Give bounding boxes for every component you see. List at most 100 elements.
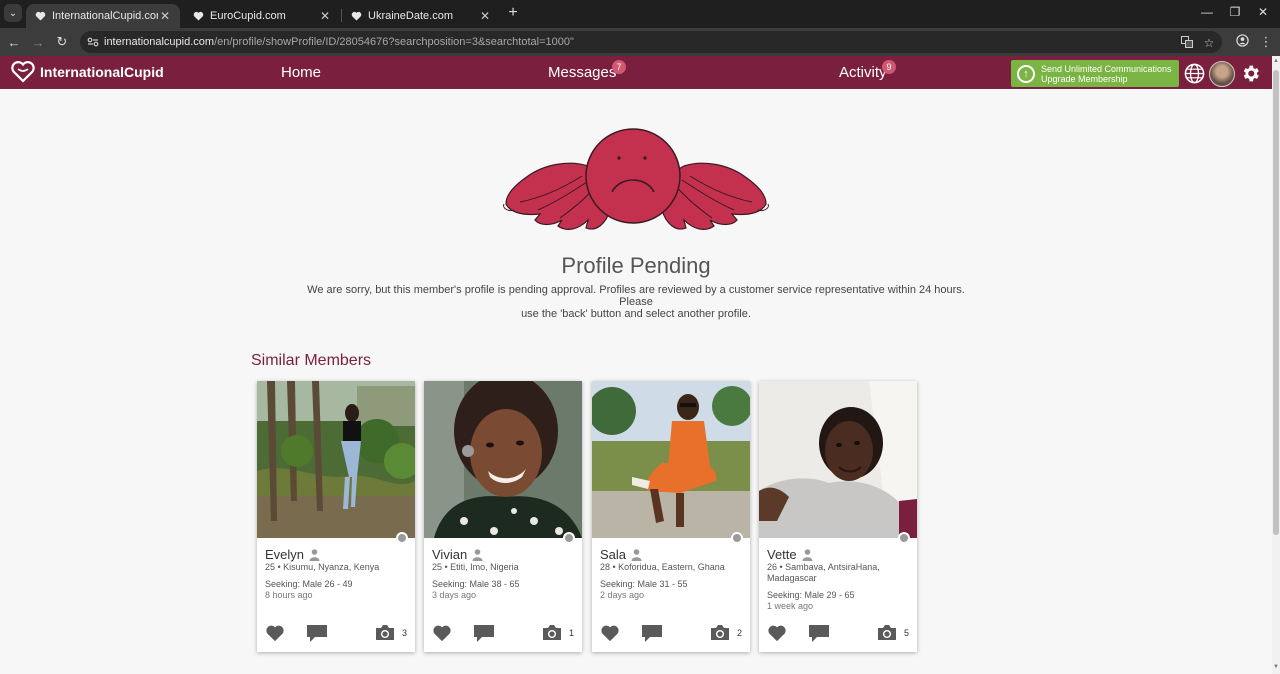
- heart-icon[interactable]: [767, 624, 787, 642]
- upgrade-membership-button[interactable]: ↑ Send Unlimited Communications Upgrade …: [1011, 60, 1179, 87]
- chat-bubble-icon[interactable]: [473, 624, 495, 643]
- member-info: 25 • Kisumu, Nyanza, Kenya Seeking: Male…: [265, 562, 410, 601]
- camera-icon[interactable]: [375, 624, 395, 641]
- globe-icon[interactable]: [1183, 62, 1205, 84]
- browser-menu-icon[interactable]: ⋮: [1258, 34, 1274, 50]
- member-photo[interactable]: [592, 381, 750, 538]
- card-actions: 5: [767, 624, 909, 644]
- close-tab-icon[interactable]: ✕: [478, 9, 492, 23]
- user-avatar[interactable]: [1209, 61, 1235, 87]
- nav-home-label: Home: [281, 64, 322, 81]
- person-icon: [472, 548, 483, 561]
- member-last-active: 1 week ago: [767, 601, 814, 611]
- member-photo[interactable]: [424, 381, 582, 538]
- member-details: 26 • Sambava, AntsiraHana, Madagascar: [767, 562, 880, 583]
- browser-tab-bar: ⌄ InternationalCupid.com ✕ EuroCupid.com…: [0, 0, 1280, 28]
- member-name-text: Evelyn: [265, 547, 305, 562]
- url-text: internationalcupid.com/en/profile/showPr…: [104, 36, 574, 48]
- card-actions: 1: [432, 624, 574, 644]
- member-name[interactable]: Sala: [600, 547, 642, 562]
- browser-toolbar: ← → ↻ internationalcupid.com/en/profile/…: [0, 28, 1280, 56]
- heart-favicon-icon: [350, 10, 362, 22]
- member-card[interactable]: Evelyn 25 • Kisumu, Nyanza, Kenya Seekin…: [257, 381, 415, 652]
- close-window-icon[interactable]: ✕: [1256, 5, 1270, 19]
- reload-button[interactable]: ↻: [54, 34, 70, 50]
- camera-icon[interactable]: [710, 624, 730, 641]
- member-info: 28 • Koforidua, Eastern, Ghana Seeking: …: [600, 562, 745, 601]
- nav-activity-label: Activity: [839, 64, 887, 81]
- member-photo[interactable]: [759, 381, 917, 538]
- site-logo[interactable]: InternationalCupid: [10, 61, 164, 83]
- tab-ukrainedate[interactable]: UkraineDate.com ✕: [342, 4, 500, 28]
- site-info-icon[interactable]: [86, 35, 100, 49]
- chat-bubble-icon[interactable]: [641, 624, 663, 643]
- url-path: /en/profile/showProfile/ID/28054676?sear…: [214, 36, 574, 48]
- url-host: internationalcupid.com: [104, 36, 215, 48]
- tab-search-button[interactable]: ⌄: [4, 4, 22, 22]
- chat-bubble-icon[interactable]: [306, 624, 328, 643]
- member-card[interactable]: Sala 28 • Koforidua, Eastern, Ghana Seek…: [592, 381, 750, 652]
- online-status-indicator: [731, 532, 743, 544]
- heart-icon[interactable]: [265, 624, 285, 642]
- messages-count-badge: 7: [612, 60, 626, 74]
- member-seeking: Seeking: Male 29 - 65: [767, 590, 855, 600]
- member-name[interactable]: Vette: [767, 547, 813, 562]
- scroll-up-arrow-icon[interactable]: ▲: [1272, 58, 1280, 66]
- nav-activity[interactable]: Activity 9: [839, 60, 896, 81]
- similar-members-heading: Similar Members: [251, 352, 372, 369]
- heart-icon[interactable]: [432, 624, 452, 642]
- person-icon: [802, 548, 813, 561]
- member-seeking: Seeking: Male 38 - 65: [432, 579, 520, 589]
- upgrade-line2: Upgrade Membership: [1041, 73, 1128, 84]
- person-icon: [631, 548, 642, 561]
- scroll-down-arrow-icon[interactable]: ▼: [1272, 664, 1280, 672]
- tab-internationalcupid[interactable]: InternationalCupid.com ✕: [26, 4, 180, 28]
- tab-eurocupid[interactable]: EuroCupid.com ✕: [184, 4, 340, 28]
- heart-favicon-icon: [192, 10, 204, 22]
- translate-icon[interactable]: [1180, 36, 1194, 51]
- scrollbar-thumb[interactable]: [1273, 70, 1279, 535]
- restore-icon[interactable]: ❐: [1228, 5, 1242, 19]
- minimize-icon[interactable]: —: [1200, 5, 1214, 19]
- pending-message-line2: use the 'back' button and select another…: [521, 308, 751, 320]
- upgrade-line1: Send Unlimited Communications: [1041, 63, 1172, 74]
- pending-message: We are sorry, but this member's profile …: [296, 284, 976, 320]
- close-tab-icon[interactable]: ✕: [158, 9, 172, 23]
- online-status-indicator: [898, 532, 910, 544]
- heart-icon[interactable]: [600, 624, 620, 642]
- gear-icon[interactable]: [1239, 62, 1261, 84]
- upload-arrow-icon: ↑: [1017, 64, 1035, 83]
- member-info: 26 • Sambava, AntsiraHana, Madagascar Se…: [767, 562, 912, 612]
- photo-count: 2: [736, 628, 742, 638]
- card-actions: 2: [600, 624, 742, 644]
- member-photo[interactable]: [257, 381, 415, 538]
- camera-icon[interactable]: [877, 624, 897, 641]
- member-name-text: Vette: [767, 547, 797, 562]
- bookmark-star-icon[interactable]: ☆: [1202, 36, 1216, 50]
- member-card[interactable]: Vivian 25 • Etiti, Imo, Nigeria Seeking:…: [424, 381, 582, 652]
- sad-cupid-mascot-image: [503, 128, 769, 230]
- photo-count: 3: [401, 628, 407, 638]
- address-bar[interactable]: internationalcupid.com/en/profile/showPr…: [80, 31, 1222, 53]
- page-title: Profile Pending: [561, 253, 711, 278]
- card-actions: 3: [265, 624, 407, 644]
- tab-title: EuroCupid.com: [210, 10, 286, 22]
- forward-button[interactable]: →: [30, 34, 46, 50]
- pending-message-line1: We are sorry, but this member's profile …: [307, 284, 965, 308]
- nav-messages[interactable]: Messages 7: [548, 60, 626, 81]
- member-name-text: Sala: [600, 547, 627, 562]
- nav-home[interactable]: Home: [281, 64, 321, 81]
- back-button[interactable]: ←: [6, 34, 22, 50]
- member-name[interactable]: Evelyn: [265, 547, 320, 562]
- member-name[interactable]: Vivian: [432, 547, 483, 562]
- member-info: 25 • Etiti, Imo, Nigeria Seeking: Male 3…: [432, 562, 577, 601]
- nav-messages-label: Messages: [548, 64, 617, 81]
- profile-icon[interactable]: [1234, 34, 1250, 50]
- chat-bubble-icon[interactable]: [808, 624, 830, 643]
- member-card[interactable]: Vette 26 • Sambava, AntsiraHana, Madagas…: [759, 381, 917, 652]
- close-tab-icon[interactable]: ✕: [318, 9, 332, 23]
- person-icon: [309, 548, 320, 561]
- new-tab-button[interactable]: +: [504, 4, 522, 22]
- camera-icon[interactable]: [542, 624, 562, 641]
- member-last-active: 2 days ago: [600, 590, 645, 600]
